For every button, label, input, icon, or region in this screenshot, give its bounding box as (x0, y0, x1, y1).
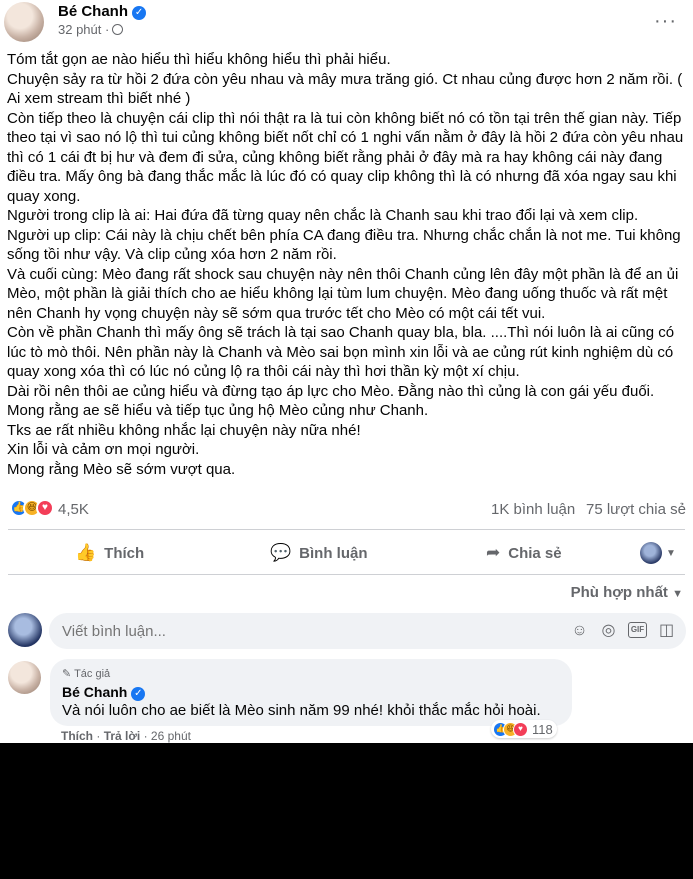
comment-button-label: Bình luận (299, 544, 368, 562)
share-count[interactable]: 75 lượt chia sẻ (586, 501, 686, 518)
chevron-down-icon[interactable]: ▼ (666, 548, 676, 559)
post-paragraph: Người trong clip là ai: Hai đứa đã từng … (7, 207, 639, 224)
post-paragraph: Mong rằng Mèo sẽ sớm vượt qua. (7, 460, 236, 478)
verified-badge-icon: ✓ (132, 6, 147, 20)
post-paragraph: Mong rằng ae sẽ hiểu và tiếp tục ủng hộ … (7, 402, 429, 419)
like-button[interactable]: 👍 Thích (75, 536, 144, 570)
post-paragraph: Chuyện sảy ra từ hồi 2 đứa còn yêu nhau … (7, 70, 683, 108)
post-paragraph: Và cuối cùng: Mèo đang rất shock sau chu… (7, 265, 679, 322)
post-text: Tóm tắt gọn ae nào hiểu thì hiểu không h… (7, 50, 687, 479)
love-icon: ♥ (513, 721, 528, 737)
chevron-down-icon: ▼ (672, 588, 683, 600)
divider (8, 529, 685, 530)
author-badge-label: Tác giả (74, 668, 111, 680)
comment-time[interactable]: 26 phút (151, 729, 191, 743)
author-name-row[interactable]: Bé Chanh ✓ (58, 3, 147, 20)
post-paragraph: Người up clip: Cái này là chịu chết bên … (7, 226, 681, 264)
love-icon: ♥ (36, 499, 54, 517)
comment-sort-label: Phù hợp nhất (570, 584, 668, 601)
like-outline-icon: 👍 (75, 543, 97, 562)
comment-input[interactable] (62, 623, 261, 640)
post-paragraph: Còn về phần Chanh thì mấy ông sẽ trách l… (7, 324, 675, 380)
comment-sort-dropdown[interactable]: Phù hợp nhất ▼ (571, 584, 683, 601)
author-name[interactable]: Bé Chanh (58, 3, 128, 20)
globe-icon (112, 24, 124, 35)
comment-count[interactable]: 1K bình luận (491, 501, 575, 518)
gif-icon[interactable]: GIF (628, 622, 647, 638)
comment-button[interactable]: 💬 Bình luận (270, 536, 368, 570)
post-paragraph: Tóm tắt gọn ae nào hiểu thì hiểu không h… (7, 51, 391, 68)
reaction-count[interactable]: 4,5K (58, 501, 89, 518)
comment-author-name[interactable]: Bé Chanh (62, 684, 127, 700)
comment-icon: 💬 (270, 543, 292, 562)
profile-selector-avatar[interactable] (640, 542, 662, 564)
comment-reaction-count: 118 (532, 721, 553, 737)
share-icon: ➦ (486, 543, 501, 562)
more-options-icon[interactable]: ··· (654, 10, 677, 33)
comment-author-row[interactable]: Bé Chanh ✓ (62, 684, 146, 701)
black-overlay (0, 743, 693, 879)
camera-icon[interactable]: ◎ (599, 621, 618, 640)
share-button[interactable]: ➦ Chia sẻ (486, 536, 562, 570)
post-card: Bé Chanh ✓ 32 phút · ··· Tóm tắt gọn ae n… (0, 0, 693, 743)
comment-composer[interactable]: ☺ ◎ GIF ◫ (49, 613, 686, 649)
post-paragraph: Còn tiếp theo là chuyện cái clip thì nói… (7, 109, 684, 205)
separator: · (143, 729, 151, 743)
post-paragraph: Dài rồi nên thôi ae củng hiểu và đừng tạ… (7, 382, 655, 400)
post-paragraph: Tks ae rất nhiều không nhắc lại chuyện n… (7, 421, 361, 439)
comment-text: Và nói luôn cho ae biết là Mèo sinh năm … (62, 702, 541, 719)
separator: · (96, 729, 104, 743)
comment-meta: Thích · Trả lời · 26 phút (61, 729, 191, 743)
comment-reply-link[interactable]: Trả lời (104, 729, 141, 743)
comment-bubble: ✎ Tác giả Bé Chanh ✓ Và nói luôn cho ae b… (50, 659, 572, 726)
post-paragraph: Xin lỗi và cảm ơn mọi người. (7, 441, 200, 458)
verified-badge-icon: ✓ (131, 687, 146, 701)
post-time[interactable]: 32 phút · (58, 22, 109, 37)
like-button-label: Thích (104, 544, 145, 562)
composer-tools: ☺ ◎ GIF ◫ (570, 621, 676, 640)
author-badge: ✎ Tác giả (62, 667, 110, 680)
post-header: Bé Chanh ✓ 32 phút · ··· (0, 0, 693, 44)
current-user-avatar[interactable] (8, 613, 42, 647)
sticker-icon[interactable]: ◫ (657, 621, 676, 640)
divider (8, 574, 685, 575)
comment-like-link[interactable]: Thích (61, 729, 93, 743)
comment-reaction-summary[interactable]: 👍 😆 ♥ 118 (491, 720, 557, 738)
pencil-icon: ✎ (62, 668, 72, 680)
post-actions: 👍 Thích 💬 Bình luận ➦ Chia sẻ (0, 536, 693, 570)
emoji-icon[interactable]: ☺ (570, 621, 589, 640)
comment-author-avatar[interactable] (8, 661, 41, 694)
post-stats: 👍 😆 ♥ 4,5K 1K bình luận 75 lượt chia sẻ (0, 496, 693, 522)
author-avatar[interactable] (4, 2, 44, 42)
share-button-label: Chia sẻ (508, 544, 562, 562)
post-timestamp-row: 32 phút · (58, 22, 124, 37)
